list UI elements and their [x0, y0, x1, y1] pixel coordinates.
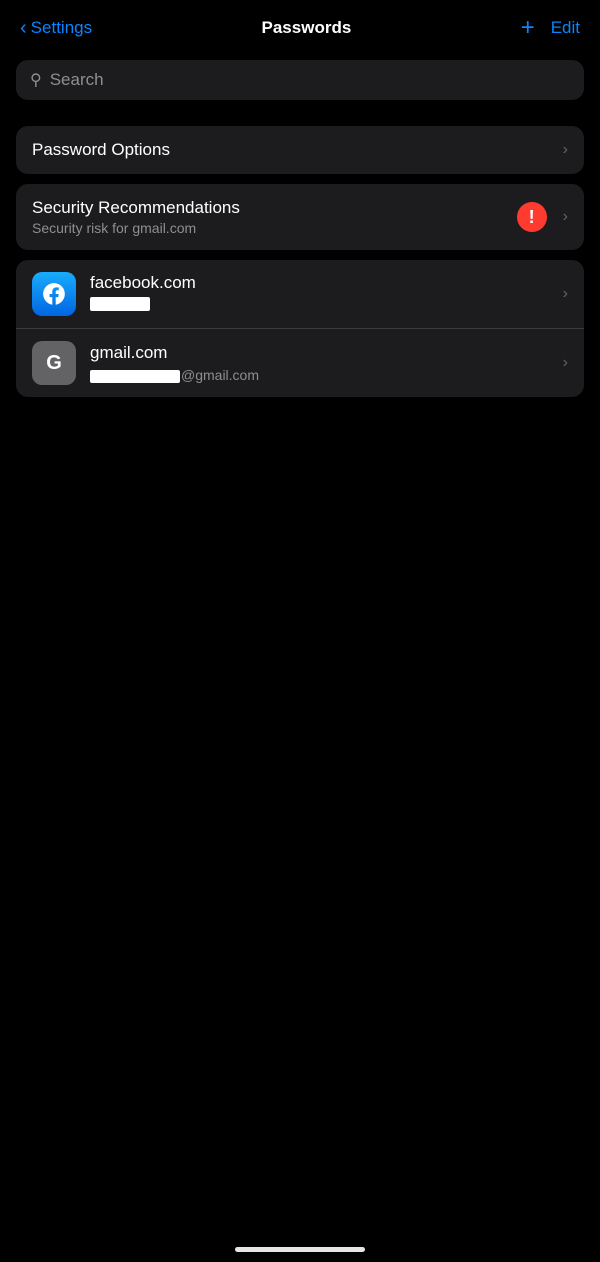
gmail-redacted-username	[90, 370, 180, 383]
password-options-item[interactable]: Password Options ›	[16, 126, 584, 174]
search-bar[interactable]: ⚲ Search	[16, 60, 584, 100]
facebook-app-icon	[32, 272, 76, 316]
password-options-chevron-icon: ›	[563, 141, 568, 159]
navigation-bar: ‹ Settings Passwords + Edit	[0, 0, 600, 52]
security-warning-icon: !	[517, 202, 547, 232]
gmail-password-content: gmail.com @gmail.com	[90, 343, 555, 383]
nav-actions: + Edit	[521, 16, 580, 40]
back-chevron-icon: ‹	[20, 18, 27, 38]
gmail-chevron-icon: ›	[563, 354, 568, 372]
facebook-site-name: facebook.com	[90, 273, 555, 293]
security-recommendations-subtitle: Security risk for gmail.com	[32, 220, 517, 236]
gmail-password-item[interactable]: G gmail.com @gmail.com ›	[16, 328, 584, 397]
gmail-email-row: @gmail.com	[90, 367, 555, 383]
password-options-section: Password Options ›	[16, 126, 584, 174]
password-options-title: Password Options	[32, 140, 555, 160]
facebook-chevron-icon: ›	[563, 285, 568, 303]
security-recommendations-chevron-icon: ›	[563, 208, 568, 226]
password-options-content: Password Options	[32, 140, 555, 160]
security-recommendations-title: Security Recommendations	[32, 198, 517, 218]
gmail-email-suffix: @gmail.com	[181, 367, 259, 383]
add-password-button[interactable]: +	[521, 16, 535, 40]
gap-1	[0, 116, 600, 126]
gmail-site-name: gmail.com	[90, 343, 555, 363]
search-container: ⚲ Search	[0, 52, 600, 116]
back-button[interactable]: ‹ Settings	[20, 18, 92, 38]
back-label: Settings	[31, 18, 92, 38]
gmail-icon-letter: G	[46, 352, 62, 375]
facebook-logo-icon	[41, 281, 67, 307]
gmail-app-icon: G	[32, 341, 76, 385]
security-recommendations-item[interactable]: Security Recommendations Security risk f…	[16, 184, 584, 250]
facebook-password-content: facebook.com	[90, 273, 555, 316]
home-indicator	[235, 1247, 365, 1252]
page-title: Passwords	[262, 18, 352, 38]
password-list-section: facebook.com › G gmail.com @gmail.com ›	[16, 260, 584, 397]
security-recommendations-content: Security Recommendations Security risk f…	[32, 198, 517, 236]
facebook-redacted-password	[90, 297, 150, 311]
search-input[interactable]: Search	[50, 70, 104, 90]
facebook-password-item[interactable]: facebook.com ›	[16, 260, 584, 328]
search-icon: ⚲	[30, 70, 42, 90]
facebook-password-redacted	[90, 293, 555, 316]
edit-button[interactable]: Edit	[551, 18, 580, 38]
security-recommendations-section: Security Recommendations Security risk f…	[16, 184, 584, 250]
